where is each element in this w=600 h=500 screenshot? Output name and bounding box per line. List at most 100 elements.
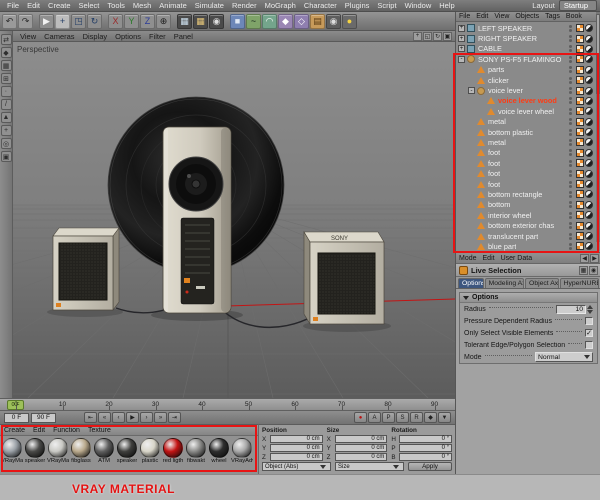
object-row[interactable]: bottom rectangle: [456, 189, 600, 199]
material-menu-function[interactable]: Function: [49, 427, 84, 434]
texture-tag-icon[interactable]: [575, 180, 584, 189]
phong-tag-icon[interactable]: [585, 200, 593, 209]
goto-start-button[interactable]: ⇤: [84, 412, 97, 423]
coordinate-field[interactable]: 0 cm: [334, 435, 388, 443]
material-item[interactable]: red ligth: [162, 438, 184, 464]
texture-tag-icon[interactable]: [575, 117, 584, 126]
visibility-dot-editor[interactable]: [569, 138, 572, 142]
phong-tag-icon[interactable]: [585, 180, 593, 189]
add-nurbs-icon[interactable]: ◠: [262, 13, 277, 29]
record-scale-toggle[interactable]: S: [396, 412, 409, 423]
texture-tag-icon[interactable]: [575, 232, 584, 240]
visibility-dot-editor[interactable]: [569, 232, 572, 236]
expand-icon[interactable]: +: [458, 45, 465, 53]
object-row[interactable]: - SONY PS-F5 FLAMINGO: [456, 54, 600, 64]
tab-hypernurbs[interactable]: HyperNURBS: [559, 278, 599, 288]
texture-tag-icon[interactable]: [575, 24, 584, 33]
texture-tag-icon[interactable]: [575, 128, 584, 137]
viewport-menu-options[interactable]: Options: [111, 32, 145, 41]
object-row[interactable]: foot: [456, 158, 600, 168]
visibility-dot-render[interactable]: [569, 246, 572, 250]
phong-tag-icon[interactable]: [585, 76, 593, 85]
visibility-dot-editor[interactable]: [569, 211, 572, 215]
material-item[interactable]: VRayMat: [1, 438, 23, 464]
visibility-dot-render[interactable]: [569, 226, 572, 230]
phong-tag-icon[interactable]: [585, 128, 593, 137]
value-spinner[interactable]: [587, 304, 593, 314]
visibility-dot-render[interactable]: [569, 215, 572, 219]
object-name[interactable]: bottom plastic: [488, 128, 533, 137]
platter-puck[interactable]: [168, 156, 224, 212]
phong-tag-icon[interactable]: [585, 117, 593, 126]
object-row[interactable]: voice lever wood: [456, 96, 600, 106]
menu-mesh[interactable]: Mesh: [129, 1, 155, 10]
visibility-dot-render[interactable]: [569, 28, 572, 32]
menu-plugins[interactable]: Plugins: [341, 1, 374, 10]
prev-key-button[interactable]: «: [98, 412, 111, 423]
object-manager-scrollbar[interactable]: [596, 12, 600, 242]
panel-grid-icon[interactable]: ▦: [579, 265, 588, 275]
render-picture-viewer-icon[interactable]: ▦: [193, 13, 208, 29]
phong-tag-icon[interactable]: [585, 242, 593, 251]
add-light-icon[interactable]: ●: [342, 13, 357, 29]
object-row[interactable]: foot: [456, 179, 600, 189]
coordinate-mode-select[interactable]: Object (Abs): [262, 462, 331, 471]
texture-tag-icon[interactable]: [575, 34, 584, 43]
add-primitive-icon[interactable]: ■: [230, 13, 245, 29]
viewport-toggle-icon[interactable]: ▣: [443, 31, 452, 41]
tab-modeling-axis[interactable]: Modeling Axis: [484, 278, 525, 288]
menu-file[interactable]: File: [3, 1, 23, 10]
object-name[interactable]: voice lever wheel: [498, 107, 554, 116]
move-tool-icon[interactable]: +: [55, 13, 70, 29]
object-name[interactable]: metal: [488, 117, 506, 126]
record-keyframe-button[interactable]: ●: [354, 412, 367, 423]
object-name[interactable]: foot: [488, 148, 500, 157]
texture-tag-icon[interactable]: [575, 44, 584, 53]
material-preview-sphere[interactable]: [71, 438, 91, 458]
right-speaker[interactable]: SONY: [303, 230, 385, 326]
object-name[interactable]: SONY PS-F5 FLAMINGO: [478, 55, 561, 64]
material-item[interactable]: VRayAdv: [231, 438, 253, 464]
texture-tag-icon[interactable]: [575, 221, 584, 230]
object-row[interactable]: - voice lever: [456, 85, 600, 95]
add-spline-icon[interactable]: ~: [246, 13, 261, 29]
start-frame-field[interactable]: 0 F: [4, 412, 29, 423]
playback-settings-button[interactable]: ▼: [438, 412, 451, 423]
object-name[interactable]: metal: [488, 138, 506, 147]
visibility-dot-editor[interactable]: [569, 97, 572, 101]
visibility-dot-render[interactable]: [569, 80, 572, 84]
object-name[interactable]: parts: [488, 65, 504, 74]
phong-tag-icon[interactable]: [585, 24, 593, 33]
object-name[interactable]: CABLE: [478, 44, 502, 53]
material-preview-sphere[interactable]: [94, 438, 114, 458]
am-forward-icon[interactable]: ▶: [590, 253, 599, 263]
material-item[interactable]: plastic: [139, 438, 161, 464]
visibility-dot-editor[interactable]: [569, 87, 572, 91]
texture-mode-icon[interactable]: ▦: [0, 60, 12, 71]
object-row[interactable]: + LEFT SPEAKER: [456, 23, 600, 33]
z-axis-lock-icon[interactable]: Z: [140, 13, 155, 29]
object-row[interactable]: interior wheel: [456, 210, 600, 220]
y-axis-lock-icon[interactable]: Y: [124, 13, 139, 29]
coordinate-size-select[interactable]: Size: [335, 462, 404, 471]
spinner-up-icon[interactable]: [587, 304, 593, 309]
visibility-dot-render[interactable]: [569, 39, 572, 43]
x-axis-lock-icon[interactable]: X: [108, 13, 123, 29]
visibility-dot-render[interactable]: [569, 153, 572, 157]
next-key-button[interactable]: »: [154, 412, 167, 423]
viewport-canvas[interactable]: SONY: [13, 42, 455, 398]
collapse-icon[interactable]: -: [468, 87, 475, 95]
phong-tag-icon[interactable]: [585, 86, 593, 95]
make-editable-icon[interactable]: ⇄: [0, 34, 12, 45]
visibility-dot-editor[interactable]: [569, 35, 572, 39]
snap-icon[interactable]: ◎: [0, 138, 12, 149]
material-preview-sphere[interactable]: [163, 438, 183, 458]
menu-animate[interactable]: Animate: [155, 1, 191, 10]
coordinate-field[interactable]: 0 cm: [270, 435, 323, 443]
visibility-dot-editor[interactable]: [569, 45, 572, 49]
phong-tag-icon[interactable]: [585, 138, 593, 147]
enable-axis-icon[interactable]: +: [0, 125, 12, 136]
visibility-dot-editor[interactable]: [569, 242, 572, 246]
viewport-menu-panel[interactable]: Panel: [170, 32, 197, 41]
options-group-header[interactable]: Options: [460, 293, 597, 303]
